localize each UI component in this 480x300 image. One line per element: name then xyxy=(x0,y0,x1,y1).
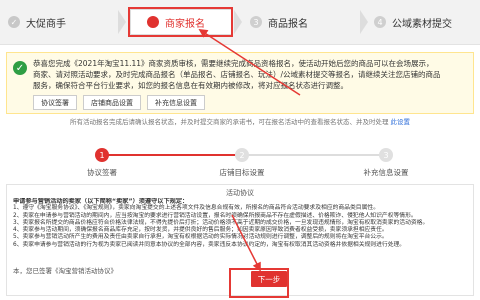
notice-line: 商家、请对照活动要求，及时完成商品报名（单品报名、店铺报名、玩法）/公域素材提交… xyxy=(33,70,441,79)
agreement-text[interactable]: 申请参与营销活动的卖家（以下简称“卖家”）须遵守以下规定： 1、遵守《淘宝服务协… xyxy=(13,198,467,256)
agreement-paragraph: 2、卖家在申请参与营销活动的期间内，应当按淘宝的要求进行营销活动设置，报名时须确… xyxy=(13,212,417,219)
agreement-footer: 本，您已签署《淘宝营销活动协议》 xyxy=(13,267,117,275)
step-merchant-hand[interactable]: ✓ 大促商手 xyxy=(8,10,118,34)
step-material-submit[interactable]: 4 公域素材提交 xyxy=(374,10,478,34)
sub-banner-link[interactable]: 此设置 xyxy=(391,118,411,126)
notice-line: 恭喜您完成《2021年淘宝11.11》商家资质审核，需要继续完成商品资格报名，使… xyxy=(33,59,434,68)
step-number: 3 xyxy=(250,16,262,28)
annotation-box-next xyxy=(229,268,289,298)
step-bar: ✓ 大促商手 商家报名 3 商品报名 4 公域素材提交 xyxy=(0,0,480,45)
notice-line: 服务，确保符合平台行业要求，如您的报名信息在有效期内被修改，将对应报名状态进行调… xyxy=(33,81,348,90)
notice-buttons: 协议签署 店铺商品设置 补充信息设置 xyxy=(33,95,205,110)
progress-line xyxy=(102,154,242,156)
sub-banner-text: 所有活动报名完成后请确认报名状态，并及时提交商家的承诺书，可在报名活动中的查看报… xyxy=(69,118,389,126)
agreement-paragraph: 1、遵守《淘宝服务协议》、《淘宝规则》，卖家向淘宝提交的上述各项文件及信息合规有… xyxy=(13,205,379,212)
step-number: 4 xyxy=(374,16,386,28)
agreement-paragraph: 6、卖家申请参与营销活动的行为视为卖家已阅读并同意本协议的全部内容，卖家违反本协… xyxy=(13,241,406,248)
progress-steps: 1 2 3 协议签署 店铺目标设置 补充信息设置 xyxy=(6,134,474,180)
agreement-title: 活动协议 xyxy=(226,189,254,197)
success-notice: ✓ 恭喜您完成《2021年淘宝11.11》商家资质审核，需要继续完成商品资格报名… xyxy=(6,52,474,114)
step-label: 大促商手 xyxy=(26,18,66,30)
progress-line xyxy=(246,154,386,156)
step-label: 商品报名 xyxy=(268,18,308,30)
chevron-right-icon xyxy=(360,10,368,34)
notice-text: 恭喜您完成《2021年淘宝11.11》商家资质审核，需要继续完成商品资格报名，使… xyxy=(33,58,469,91)
agreement-paragraph: 5、卖家参与营销活动所产生的费用及责任由卖家自行承担，淘宝有权根据活动的实际情况… xyxy=(13,234,388,241)
check-icon: ✓ xyxy=(8,16,20,28)
progress-node-3: 3 xyxy=(379,148,393,162)
progress-node-2: 2 xyxy=(235,148,249,162)
success-check-icon: ✓ xyxy=(13,61,27,75)
store-product-settings-button[interactable]: 店铺商品设置 xyxy=(83,95,141,110)
step-label: 公域素材提交 xyxy=(392,18,452,30)
annotation-box-step xyxy=(128,7,233,37)
supplementary-info-button[interactable]: 补充信息设置 xyxy=(147,95,205,110)
progress-label: 店铺目标设置 xyxy=(219,168,265,177)
agreement-sign-button[interactable]: 协议签署 xyxy=(33,95,77,110)
progress-label: 协议签署 xyxy=(87,168,117,177)
chevron-right-icon xyxy=(234,10,242,34)
chevron-right-icon xyxy=(118,10,126,34)
progress-node-1: 1 xyxy=(95,148,109,162)
progress-label: 补充信息设置 xyxy=(363,168,409,177)
sub-banner: 所有活动报名完成后请确认报名状态，并及时提交商家的承诺书，可在报名活动中的查看报… xyxy=(6,116,474,128)
step-product-signup[interactable]: 3 商品报名 xyxy=(250,10,360,34)
